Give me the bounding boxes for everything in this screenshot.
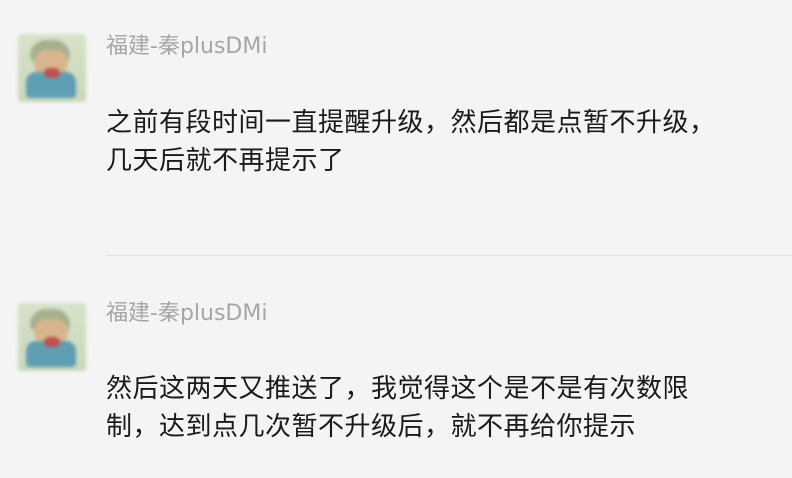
comment-divider	[106, 255, 792, 256]
comment-text: 之前有段时间一直提醒升级，然后都是点暂不升级，几天后就不再提示了	[106, 108, 716, 176]
user-avatar-icon[interactable]	[18, 34, 86, 102]
comment-item: 福建-秦plusDMi 然后这两天又推送了，我觉得这个是不是有次数限制，达到点几…	[0, 257, 792, 478]
comment-item: 福建-秦plusDMi 之前有段时间一直提醒升级，然后都是点暂不升级，几天后就不…	[0, 0, 792, 256]
comment-text: 然后这两天又推送了，我觉得这个是不是有次数限制，达到点几次暂不升级后，就不再给你…	[106, 374, 690, 442]
user-avatar-icon[interactable]	[18, 303, 86, 371]
comment-author[interactable]: 福建-秦plusDMi	[106, 32, 267, 62]
comment-author[interactable]: 福建-秦plusDMi	[106, 299, 267, 329]
